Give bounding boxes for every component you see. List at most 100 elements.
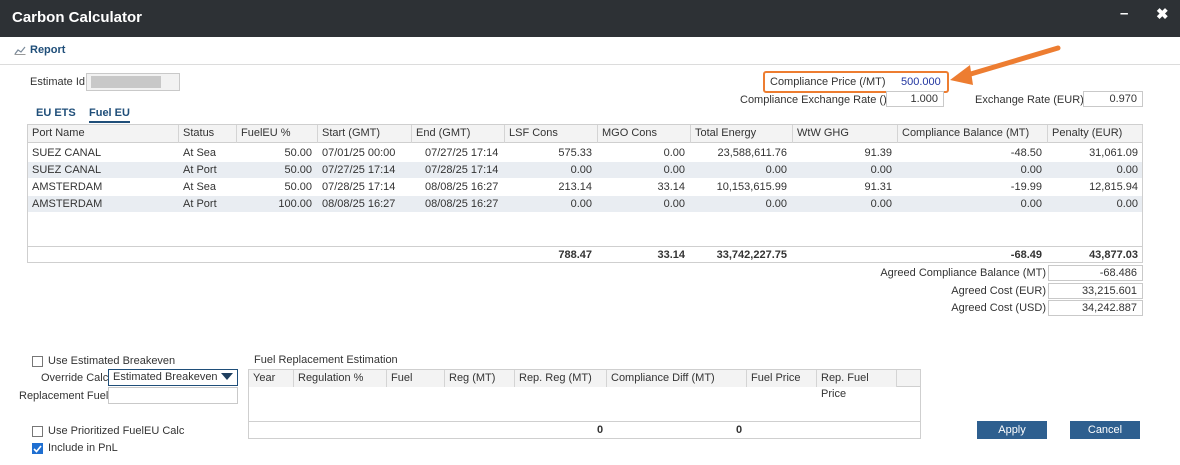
cell-start: 07/28/25 17:14: [322, 181, 396, 193]
col-compliance-diff[interactable]: Compliance Diff (MT): [607, 370, 747, 387]
cell-energy: 0.00: [765, 164, 787, 176]
col-year[interactable]: Year: [249, 370, 294, 387]
total-energy: 33,742,227.75: [716, 249, 787, 261]
col-total-energy[interactable]: Total Energy: [691, 125, 793, 143]
agreed-cost-eur-label: Agreed Cost (EUR): [951, 285, 1046, 297]
cell-wtw: 91.39: [864, 147, 892, 159]
cell-mgo: 33.14: [657, 181, 685, 193]
cell-lsf: 575.33: [558, 147, 592, 159]
table-row[interactable]: SUEZ CANAL At Port 50.00 07/27/25 17:14 …: [28, 162, 1142, 178]
title-bar: Carbon Calculator – ✖: [0, 0, 1180, 37]
checkmark-icon: [33, 445, 42, 453]
agreed-balance-field[interactable]: -68.486: [1048, 265, 1143, 281]
col-rep-reg-mt[interactable]: Rep. Reg (MT): [515, 370, 607, 387]
col-port-name[interactable]: Port Name: [28, 125, 179, 143]
use-estimated-breakeven-checkbox[interactable]: [32, 356, 43, 367]
col-compliance-balance[interactable]: Compliance Balance (MT): [898, 125, 1048, 143]
cell-balance: 0.00: [1020, 198, 1042, 210]
cell-balance: 0.00: [1020, 164, 1042, 176]
col-status[interactable]: Status: [179, 125, 237, 143]
col-wtw-ghg[interactable]: WtW GHG: [793, 125, 898, 143]
cell-end: 08/08/25 16:27: [425, 181, 499, 193]
col-lsf-cons[interactable]: LSF Cons: [505, 125, 598, 143]
cell-fueleu: 50.00: [284, 164, 312, 176]
annotation-arrow-icon: [950, 45, 1061, 85]
total-penalty: 43,877.03: [1089, 249, 1138, 261]
replacement-fuel-input[interactable]: [108, 387, 238, 404]
col-end[interactable]: End (GMT): [412, 125, 505, 143]
table-row[interactable]: AMSTERDAM At Port 100.00 08/08/25 16:27 …: [28, 196, 1142, 212]
fuel-replacement-totals: 0 0: [249, 421, 920, 439]
cell-penalty: 12,815.94: [1089, 181, 1138, 193]
col-start[interactable]: Start (GMT): [318, 125, 412, 143]
replacement-fuel-label: Replacement Fuel: [19, 390, 109, 402]
col-fueleu-pct[interactable]: FuelEU %: [237, 125, 318, 143]
chevron-down-icon[interactable]: [221, 373, 233, 380]
chart-icon: [14, 46, 26, 55]
grid-header: Port Name Status FuelEU % Start (GMT) En…: [28, 125, 1143, 143]
close-icon[interactable]: ✖: [1156, 5, 1169, 23]
cell-wtw: 91.31: [864, 181, 892, 193]
grid-totals-row: 788.47 33.14 33,742,227.75 -68.49 43,877…: [28, 246, 1142, 263]
tab-fuel-eu[interactable]: Fuel EU: [89, 107, 130, 123]
use-prioritized-fueleu-label: Use Prioritized FuelEU Calc: [48, 425, 185, 437]
cell-status: At Sea: [183, 147, 217, 159]
cell-balance: -48.50: [1010, 147, 1042, 159]
tab-eu-ets[interactable]: EU ETS: [36, 107, 76, 119]
col-reg-mt[interactable]: Reg (MT): [445, 370, 515, 387]
cell-penalty: 0.00: [1116, 164, 1138, 176]
cell-port: AMSTERDAM: [32, 198, 103, 210]
cell-status: At Sea: [183, 181, 217, 193]
agreed-cost-usd-field[interactable]: 34,242.887: [1048, 300, 1143, 316]
agreed-cost-eur-field[interactable]: 33,215.601: [1048, 283, 1143, 299]
include-in-pnl-checkbox[interactable]: [32, 443, 43, 454]
cell-energy: 10,153,615.99: [716, 181, 787, 193]
cell-end: 08/08/25 16:27: [425, 198, 499, 210]
cancel-button[interactable]: Cancel: [1070, 421, 1140, 439]
total-mgo: 33.14: [657, 249, 685, 261]
total-balance: -68.49: [1010, 249, 1042, 261]
exchange-rate-eur-label: Exchange Rate (EUR): [975, 94, 1084, 106]
cell-start: 07/27/25 17:14: [322, 164, 396, 176]
apply-button[interactable]: Apply: [977, 421, 1047, 439]
cell-mgo: 0.00: [663, 198, 685, 210]
cell-lsf: 0.00: [570, 198, 592, 210]
override-calc-select[interactable]: Estimated Breakeven: [108, 369, 238, 386]
agreed-balance-label: Agreed Compliance Balance (MT): [880, 267, 1046, 279]
cell-fueleu: 100.00: [278, 198, 312, 210]
compliance-price-highlight: [763, 71, 949, 93]
cell-fueleu: 50.00: [284, 147, 312, 159]
cell-penalty: 0.00: [1116, 198, 1138, 210]
cell-port: SUEZ CANAL: [32, 147, 102, 159]
cell-port: SUEZ CANAL: [32, 164, 102, 176]
use-estimated-breakeven-label: Use Estimated Breakeven: [48, 355, 176, 367]
table-row[interactable]: SUEZ CANAL At Sea 50.00 07/01/25 00:00 0…: [28, 145, 1142, 161]
include-in-pnl-label: Include in PnL: [48, 442, 118, 454]
cell-status: At Port: [183, 198, 217, 210]
exchange-rate-eur-field[interactable]: 0.970: [1083, 91, 1143, 107]
cell-penalty: 31,061.09: [1089, 147, 1138, 159]
report-label: Report: [30, 44, 66, 56]
col-rep-fuel-price[interactable]: Rep. Fuel Price: [817, 370, 897, 400]
compliance-exchange-rate-field[interactable]: 1.000: [886, 91, 944, 107]
window-title: Carbon Calculator: [12, 9, 143, 26]
cell-lsf: 213.14: [558, 181, 592, 193]
cell-end: 07/27/25 17:14: [425, 147, 499, 159]
use-prioritized-fueleu-checkbox[interactable]: [32, 426, 43, 437]
minimize-icon[interactable]: –: [1120, 5, 1128, 22]
estimate-id-field[interactable]: [86, 73, 180, 91]
col-mgo-cons[interactable]: MGO Cons: [598, 125, 691, 143]
cell-end: 07/28/25 17:14: [425, 164, 499, 176]
cell-status: At Port: [183, 164, 217, 176]
compliance-exchange-rate-label: Compliance Exchange Rate (): [740, 94, 887, 106]
cell-start: 08/08/25 16:27: [322, 198, 396, 210]
table-row[interactable]: AMSTERDAM At Sea 50.00 07/28/25 17:14 08…: [28, 179, 1142, 195]
override-calc-value: Estimated Breakeven: [113, 371, 218, 383]
col-fuel[interactable]: Fuel: [387, 370, 445, 387]
total-lsf: 788.47: [558, 249, 592, 261]
col-regulation-pct[interactable]: Regulation %: [294, 370, 387, 387]
report-button[interactable]: Report: [14, 44, 65, 56]
col-penalty[interactable]: Penalty (EUR): [1048, 125, 1143, 143]
col-fuel-price[interactable]: Fuel Price: [747, 370, 817, 387]
agreed-cost-usd-label: Agreed Cost (USD): [951, 302, 1046, 314]
